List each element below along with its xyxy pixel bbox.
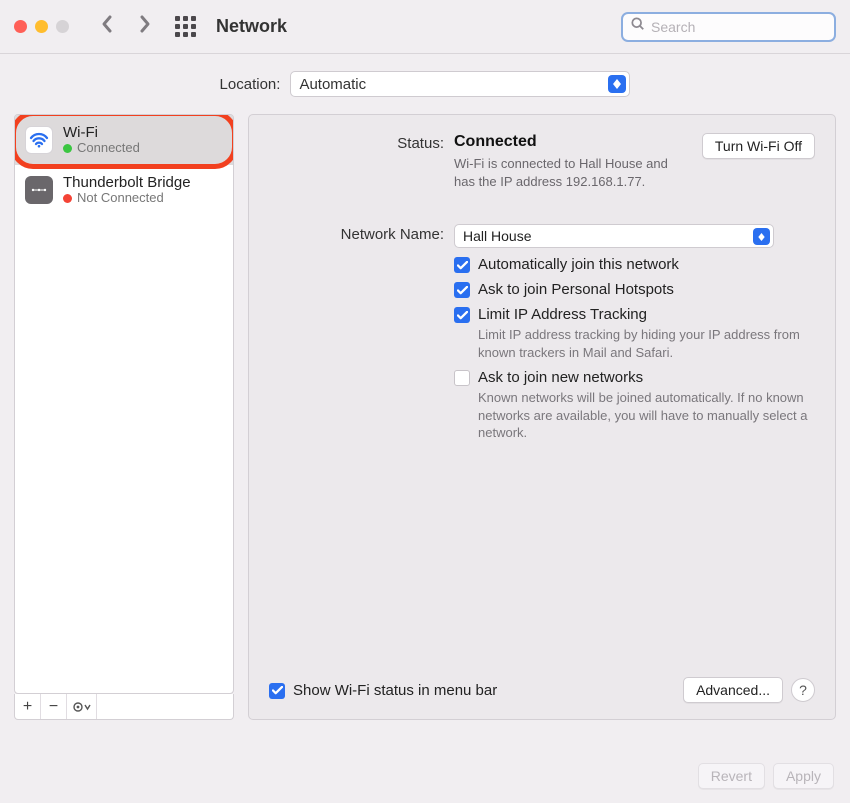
revert-button[interactable]: Revert [698, 763, 765, 789]
interface-list: Wi-Fi Connected Thunderbolt Bridge Not C… [14, 114, 234, 694]
more-options-button[interactable] [67, 694, 97, 719]
status-note: Wi-Fi is connected to Hall House and has… [454, 155, 690, 190]
location-row: Location: Automatic [0, 54, 850, 114]
maximize-window[interactable] [56, 20, 69, 33]
sidebar-item-label: Thunderbolt Bridge [63, 174, 191, 191]
checkbox-row-auto-join[interactable]: Automatically join this network [454, 256, 815, 273]
turn-wifi-off-button[interactable]: Turn Wi-Fi Off [702, 133, 815, 159]
network-name-select[interactable]: Hall House [454, 224, 774, 248]
checkbox-icon[interactable] [269, 683, 285, 699]
close-window[interactable] [14, 20, 27, 33]
status-dot-icon [63, 194, 72, 203]
nav-arrows [99, 14, 153, 39]
search-icon [631, 17, 645, 36]
checkbox-subtext: Limit IP address tracking by hiding your… [478, 326, 808, 361]
main-content: Wi-Fi Connected Thunderbolt Bridge Not C… [0, 114, 850, 734]
window-footer: Revert Apply [698, 763, 834, 789]
location-select[interactable]: Automatic [290, 71, 630, 97]
sidebar-footer: + − [14, 694, 234, 720]
status-label: Status: [269, 133, 444, 190]
search-input[interactable] [651, 19, 826, 35]
sidebar-item-wifi[interactable]: Wi-Fi Connected [15, 115, 233, 165]
forward-button[interactable] [137, 14, 153, 39]
checkbox-label: Ask to join Personal Hotspots [478, 281, 674, 298]
detail-panel: Status: Connected Wi-Fi is connected to … [248, 114, 836, 720]
checkbox-label: Automatically join this network [478, 256, 679, 273]
network-name-label: Network Name: [269, 224, 444, 442]
checkbox-icon [454, 257, 470, 273]
sidebar-item-status: Connected [77, 141, 140, 156]
back-button[interactable] [99, 14, 115, 39]
checkbox-row-limit-ip[interactable]: Limit IP Address Tracking Limit IP addre… [454, 306, 815, 361]
remove-interface-button[interactable]: − [41, 694, 67, 719]
checkbox-label: Limit IP Address Tracking [478, 306, 808, 323]
sidebar-item-status: Not Connected [77, 191, 164, 206]
checkbox-row-ask-join[interactable]: Ask to join new networks Known networks … [454, 369, 815, 442]
checkbox-label: Ask to join new networks [478, 369, 808, 386]
window-toolbar: Network [0, 0, 850, 54]
search-field[interactable] [621, 12, 836, 42]
window-controls [14, 20, 69, 33]
sidebar-item-thunderbolt[interactable]: Thunderbolt Bridge Not Connected [15, 165, 233, 215]
sidebar-item-label: Wi-Fi [63, 124, 140, 141]
minimize-window[interactable] [35, 20, 48, 33]
location-value: Automatic [299, 76, 366, 93]
help-button[interactable]: ? [791, 678, 815, 702]
location-label: Location: [220, 76, 281, 93]
apply-button[interactable]: Apply [773, 763, 834, 789]
checkbox-subtext: Known networks will be joined automatica… [478, 389, 808, 442]
checkbox-icon [454, 370, 470, 386]
wifi-icon [25, 126, 53, 154]
checkbox-icon [454, 282, 470, 298]
show-all-prefs-button[interactable] [175, 16, 196, 37]
bridge-icon [25, 176, 53, 204]
status-dot-icon [63, 144, 72, 153]
network-name-value: Hall House [463, 228, 531, 244]
status-value: Connected [454, 133, 690, 151]
show-in-menubar-label: Show Wi-Fi status in menu bar [293, 682, 497, 699]
checkbox-icon [454, 307, 470, 323]
checkbox-row-ask-hotspots[interactable]: Ask to join Personal Hotspots [454, 281, 815, 298]
add-interface-button[interactable]: + [15, 694, 41, 719]
advanced-button[interactable]: Advanced... [683, 677, 783, 703]
window-title: Network [216, 16, 287, 37]
chevron-updown-icon [608, 75, 626, 93]
network-sidebar: Wi-Fi Connected Thunderbolt Bridge Not C… [14, 114, 234, 720]
chevron-updown-icon [753, 228, 770, 245]
